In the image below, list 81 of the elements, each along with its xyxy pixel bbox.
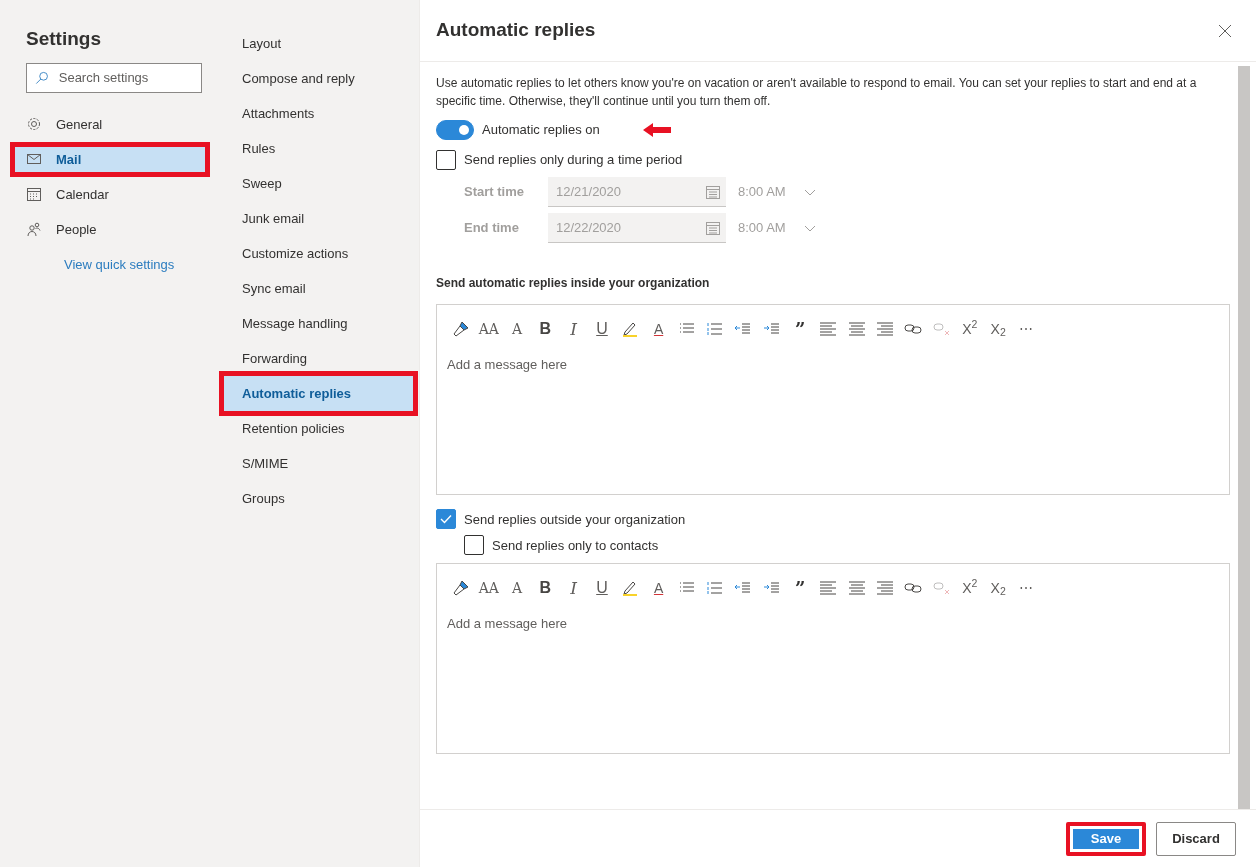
toggle-label: Automatic replies on <box>482 121 600 140</box>
toolbar-button[interactable]: I <box>560 315 588 343</box>
mail-settings-item[interactable]: Compose and reply <box>224 61 413 96</box>
toolbar-button[interactable]: A <box>503 574 531 602</box>
checkbox[interactable] <box>464 535 484 556</box>
align-left-icon <box>819 320 838 339</box>
mail-settings-item[interactable]: Groups <box>224 481 413 516</box>
align-center-icon <box>847 320 866 339</box>
toolbar-button[interactable]: A <box>645 574 673 602</box>
description-text: Use automatic replies to let others know you're on vacation or aren't available to respond to email. You can set your replies to start and end at a specific time. Otherwise, they'll continue until you turn them off. <box>436 75 1198 110</box>
toolbar-button[interactable]: ⋯ <box>1012 574 1040 602</box>
checkbox[interactable] <box>436 150 456 170</box>
checkbox-label: Send replies only during a time period <box>464 151 683 170</box>
search-box[interactable]: Search settings <box>26 62 202 93</box>
message-placeholder: Add a message here <box>447 356 568 375</box>
toolbar-button[interactable]: A <box>645 315 673 343</box>
scrollbar[interactable] <box>1238 66 1250 809</box>
mail-settings-item[interactable]: Sync email <box>224 271 413 306</box>
pen-icon <box>621 579 640 598</box>
view-quick-settings-link[interactable]: View quick settings <box>64 254 175 275</box>
calendar-icon <box>706 184 720 199</box>
toolbar-button[interactable]: U <box>588 315 616 343</box>
toolbar-button[interactable]: A <box>503 315 531 343</box>
people-icon <box>26 221 42 238</box>
settings-nav-item[interactable]: People <box>10 211 210 247</box>
align-left-icon <box>819 579 838 598</box>
time-label: End time <box>464 219 520 238</box>
section-heading: Send automatic replies inside your organization <box>436 276 711 291</box>
chevron-down-icon <box>803 188 816 196</box>
toolbar-button[interactable]: ” <box>786 315 814 343</box>
toolbar-button[interactable]: X$_{2}$ <box>984 574 1012 602</box>
discard-button[interactable]: Discard <box>1156 821 1236 856</box>
mail-settings-item[interactable]: Rules <box>224 131 413 166</box>
paint-brush-icon <box>451 579 470 598</box>
align-right-icon <box>875 320 894 339</box>
mail-settings-item[interactable]: S/MIME <box>224 446 413 481</box>
save-button[interactable]: Save <box>1066 821 1146 856</box>
mail-settings-item[interactable]: Junk email <box>224 201 413 236</box>
toolbar-button[interactable]: AA <box>475 315 503 343</box>
mail-settings-item[interactable]: Sweep <box>224 166 413 201</box>
gear-icon <box>26 116 42 133</box>
chevron-down-icon <box>803 224 816 232</box>
toolbar-button[interactable]: U <box>588 574 616 602</box>
settings-nav-item[interactable]: Calendar <box>10 176 210 212</box>
search-icon <box>35 69 49 86</box>
paint-brush-icon <box>451 320 470 339</box>
settings-nav-item[interactable]: General <box>10 106 210 142</box>
checkbox-label: Send replies outside your organization <box>464 510 686 529</box>
toolbar-button[interactable]: I <box>560 574 588 602</box>
toolbar-button[interactable]: B <box>531 315 559 343</box>
message-placeholder: Add a message here <box>447 615 568 634</box>
calendar-icon <box>26 186 42 203</box>
toolbar-button[interactable]: AA <box>475 574 503 602</box>
toggle-switch[interactable] <box>436 120 474 140</box>
mail-settings-item[interactable]: Customize actions <box>224 236 413 271</box>
toolbar-button[interactable]: ⋯ <box>1012 315 1040 343</box>
toolbar-button[interactable]: ” <box>786 574 814 602</box>
checkbox-label: Send replies only to contacts <box>492 536 659 555</box>
mail-settings-item[interactable]: Retention policies <box>224 411 413 446</box>
mail-settings-item[interactable]: Attachments <box>224 96 413 131</box>
checkbox[interactable] <box>436 509 456 530</box>
align-center-icon <box>847 579 866 598</box>
message-editor[interactable]: AA A B I U A ” X$^{2}$ X$_{2}$ ⋯ Add a message here <box>436 304 1230 496</box>
checkmark-icon <box>440 514 452 525</box>
mail-settings-item[interactable]: Layout <box>224 26 413 61</box>
toolbar-button[interactable]: B <box>531 574 559 602</box>
toolbar-button[interactable]: X$^{2}$ <box>956 574 984 602</box>
mail-settings-item[interactable]: Message handling <box>224 306 413 341</box>
time-label: Start time <box>464 183 525 202</box>
toolbar-button[interactable]: X$^{2}$ <box>956 315 984 343</box>
toolbar-button[interactable]: X$_{2}$ <box>984 315 1012 343</box>
pen-icon <box>621 320 640 339</box>
search-field[interactable]: Search settings <box>56 67 193 89</box>
align-right-icon <box>875 579 894 598</box>
settings-nav-item[interactable]: Mail <box>10 141 210 177</box>
mail-settings-item[interactable]: Forwarding <box>224 341 413 376</box>
panel-title: Automatic replies <box>436 19 596 42</box>
settings-title: Settings <box>26 28 102 51</box>
close-icon <box>1218 24 1232 39</box>
calendar-icon <box>706 220 720 235</box>
message-editor[interactable]: AA A B I U A ” X$^{2}$ X$_{2}$ ⋯ Add a message here <box>436 563 1230 755</box>
